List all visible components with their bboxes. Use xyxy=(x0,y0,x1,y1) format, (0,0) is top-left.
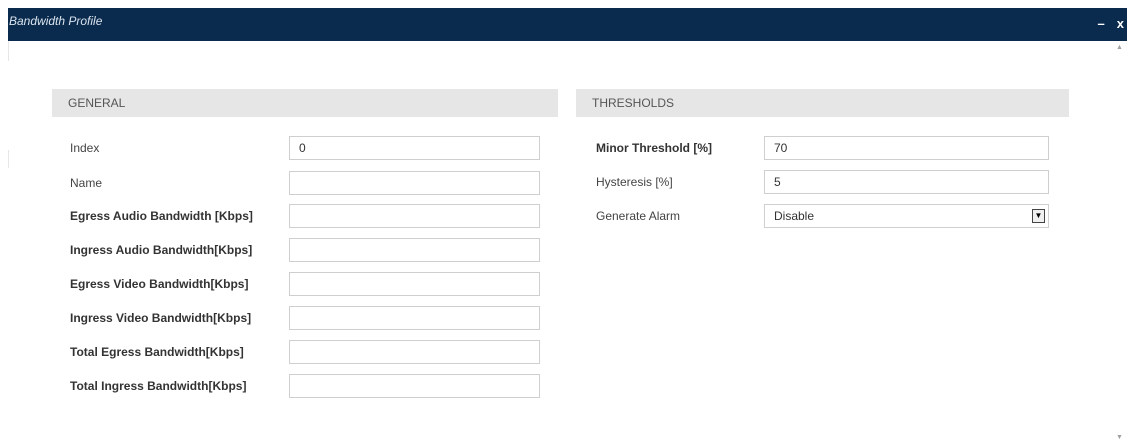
dialog-title: Bandwidth Profile xyxy=(9,13,103,28)
ingress-audio-label: Ingress Audio Bandwidth[Kbps] xyxy=(70,243,253,257)
total-ingress-field[interactable] xyxy=(289,374,540,398)
hysteresis-field[interactable]: 5 xyxy=(764,170,1049,194)
minor-threshold-label: Minor Threshold [%] xyxy=(596,141,712,155)
total-egress-field[interactable] xyxy=(289,340,540,364)
general-section-header: GENERAL xyxy=(52,89,558,117)
scroll-up-arrow-icon[interactable]: ▲ xyxy=(1115,44,1124,52)
minimize-button[interactable]: – xyxy=(1098,16,1105,31)
chevron-down-icon[interactable]: ▼ xyxy=(1032,209,1045,223)
scroll-down-arrow-icon[interactable]: ▼ xyxy=(1115,434,1124,442)
close-button[interactable]: x xyxy=(1117,16,1124,31)
generate-alarm-label: Generate Alarm xyxy=(596,209,681,223)
minor-threshold-field[interactable]: 70 xyxy=(764,136,1049,160)
thresholds-section-header: THRESHOLDS xyxy=(576,89,1069,117)
egress-audio-label: Egress Audio Bandwidth [Kbps] xyxy=(70,209,253,223)
egress-video-field[interactable] xyxy=(289,272,540,296)
generate-alarm-select[interactable]: Disable ▼ xyxy=(764,204,1049,228)
left-border xyxy=(8,41,9,61)
name-field[interactable] xyxy=(289,171,540,195)
hysteresis-label: Hysteresis [%] xyxy=(596,175,673,189)
ingress-audio-field[interactable] xyxy=(289,238,540,262)
index-label: Index xyxy=(70,141,100,155)
window-controls: – x xyxy=(1098,16,1127,31)
egress-audio-field[interactable] xyxy=(289,204,540,228)
left-border-mark xyxy=(8,150,9,168)
ingress-video-field[interactable] xyxy=(289,306,540,330)
vertical-scrollbar[interactable]: ▲ ▼ xyxy=(1112,41,1127,448)
generate-alarm-value: Disable xyxy=(774,209,815,223)
total-egress-label: Total Egress Bandwidth[Kbps] xyxy=(70,345,244,359)
dialog-title-bar: Bandwidth Profile – x xyxy=(8,8,1127,41)
name-label: Name xyxy=(70,176,103,190)
total-ingress-label: Total Ingress Bandwidth[Kbps] xyxy=(70,379,247,393)
egress-video-label: Egress Video Bandwidth[Kbps] xyxy=(70,277,249,291)
index-field[interactable]: 0 xyxy=(289,136,540,160)
ingress-video-label: Ingress Video Bandwidth[Kbps] xyxy=(70,311,252,325)
